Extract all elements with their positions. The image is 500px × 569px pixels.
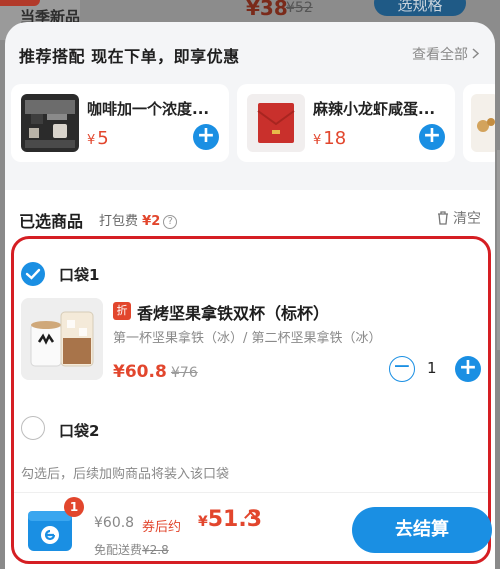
pocket1-label: 口袋1	[59, 266, 100, 284]
recommend-item-partial[interactable]	[463, 84, 495, 162]
snack-thumbnail	[471, 94, 495, 152]
recommend-list[interactable]: 咖啡加一个浓度... ¥5 + 麻辣小龙虾咸蛋... ¥18 +	[5, 84, 495, 168]
clear-cart-button[interactable]: 清空	[437, 208, 481, 228]
background-price-old: ¥52	[286, 0, 313, 16]
item-name: 香烤坚果拿铁双杯（标杯）	[137, 304, 330, 323]
original-total: ¥60.8	[94, 515, 135, 531]
cart-sheet: 推荐搭配 现在下单，即享优惠 查看全部 咖啡加一个浓度... ¥5 + 麻辣小龙…	[5, 22, 495, 569]
checkout-bar: 1 ¥60.8 券后约 ¥51.3 免配送费¥2.8 去结算	[14, 492, 492, 560]
recommend-item-price: ¥5	[87, 128, 109, 149]
item-spec: 第一杯坚果拿铁（冰）/ 第二杯坚果拿铁（冰）	[113, 331, 382, 346]
coupon-label: 券后约	[142, 520, 182, 535]
recommend-item[interactable]: 麻辣小龙虾咸蛋... ¥18 +	[237, 84, 455, 162]
view-all-label: 查看全部	[412, 47, 468, 63]
add-item-button[interactable]: +	[419, 124, 445, 150]
cart-count-badge: 1	[64, 497, 84, 517]
item-price-old: ¥76	[171, 365, 198, 381]
packing-fee: 打包费 ¥2?	[99, 210, 178, 229]
trash-icon	[437, 211, 449, 225]
recommend-header: 推荐搭配 现在下单，即享优惠 查看全部	[5, 22, 495, 84]
red-snack-pack-icon	[247, 94, 305, 152]
background-choose-spec-button: 选规格	[374, 0, 466, 16]
espresso-machine-icon	[21, 94, 79, 152]
increase-qty-button[interactable]: +	[455, 356, 481, 382]
quantity-value: 1	[427, 359, 437, 377]
selected-title: 已选商品	[19, 212, 84, 231]
pocket2-checkbox[interactable]	[21, 416, 45, 440]
discount-tag: 折	[113, 302, 131, 320]
chevron-right-icon	[472, 47, 480, 63]
background-price: ¥38	[246, 0, 288, 20]
checkout-button[interactable]: 去结算	[352, 507, 492, 553]
pocket2-label: 口袋2	[59, 422, 100, 440]
view-all-link[interactable]: 查看全部	[412, 44, 480, 64]
help-icon[interactable]: ?	[163, 215, 178, 229]
recommend-item-name: 咖啡加一个浓度...	[87, 100, 210, 118]
recommend-item[interactable]: 咖啡加一个浓度... ¥5 +	[11, 84, 229, 162]
latte-product-image	[21, 298, 103, 380]
pocket1-checkbox[interactable]	[21, 262, 45, 286]
shipping-info: 免配送费¥2.8	[94, 543, 169, 557]
pocket2-hint: 勾选后，后续加购商品将装入该口袋	[21, 467, 230, 482]
recommend-item-name: 麻辣小龙虾咸蛋...	[313, 100, 436, 118]
recommend-title: 推荐搭配 现在下单，即享优惠	[19, 47, 240, 66]
add-item-button[interactable]: +	[193, 124, 219, 150]
recommend-item-price: ¥18	[313, 128, 347, 149]
selected-items-panel: 已选商品 打包费 ¥2? 清空 口袋1 折 香烤坚果拿铁双杯（标杯） 第一杯坚果…	[5, 190, 495, 569]
item-price: ¥60.8	[113, 362, 167, 382]
decrease-qty-button[interactable]: −	[389, 356, 415, 382]
